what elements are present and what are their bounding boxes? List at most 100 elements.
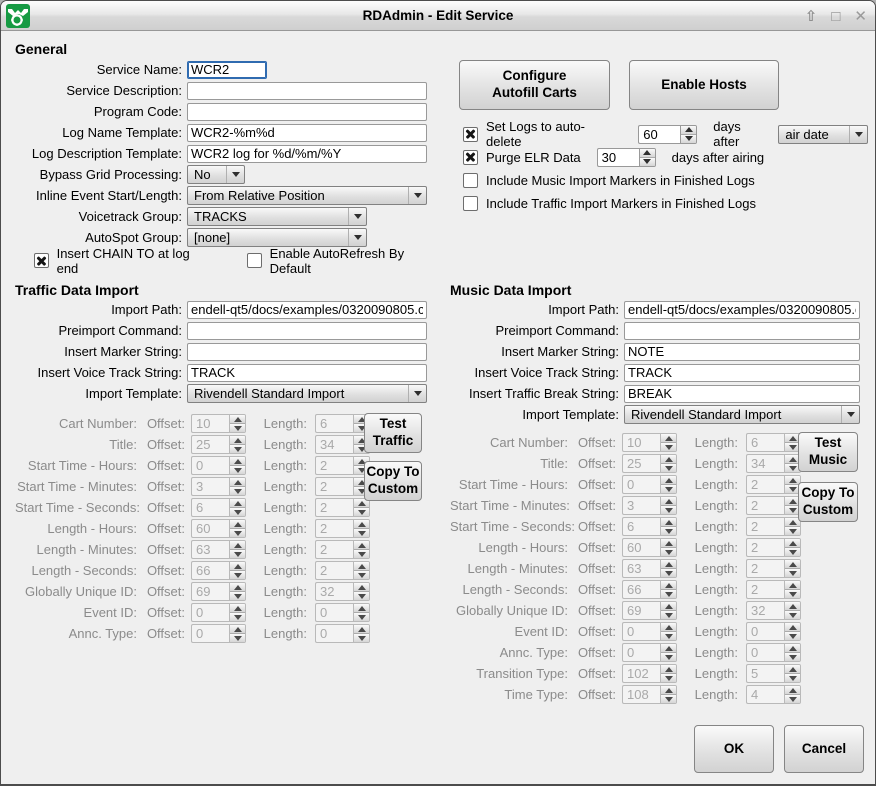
music-insert-marker-input[interactable]	[624, 343, 860, 361]
spin-down-icon	[661, 631, 676, 640]
title-bar[interactable]: RDAdmin - Edit Service ⇧ □ ✕	[1, 1, 875, 31]
auto-delete-label: Set Logs to auto-delete	[486, 119, 606, 149]
offset-value: 108	[622, 685, 660, 704]
traffic-import-path-label: Import Path:	[15, 302, 187, 317]
music-insert-traffic-break-label: Insert Traffic Break String:	[450, 386, 624, 401]
cancel-button[interactable]: Cancel	[784, 725, 864, 773]
shade-window-icon[interactable]: ⇧	[805, 9, 818, 24]
length-spinbox: 34	[746, 454, 801, 473]
spin-up-icon	[785, 644, 800, 652]
length-label: Length:	[694, 477, 746, 492]
music-preimport-command-input[interactable]	[624, 322, 860, 340]
length-spinbox: 2	[315, 456, 370, 475]
offset-label: Offset:	[143, 521, 191, 536]
auto-delete-basis-value: air date	[779, 126, 849, 143]
program-code-label: Program Code:	[15, 104, 187, 119]
offset-label: Offset:	[143, 437, 191, 452]
offset-row: Length - Seconds: Offset: 66 Length: 2	[450, 579, 801, 600]
offset-spinbox: 10	[191, 414, 246, 433]
spin-up-icon	[661, 644, 676, 652]
service-description-input[interactable]	[187, 82, 427, 100]
spin-down-icon[interactable]	[640, 157, 655, 166]
auto-delete-basis-dropdown[interactable]: air date	[778, 125, 868, 144]
inline-event-dropdown[interactable]: From Relative Position	[187, 186, 427, 205]
music-insert-voice-track-input[interactable]	[624, 364, 860, 382]
music-markers-checkbox[interactable]	[463, 173, 478, 188]
length-value: 0	[315, 624, 353, 643]
spin-up-icon[interactable]	[640, 149, 655, 157]
purge-elr-checkbox[interactable]	[463, 150, 478, 165]
test-traffic-button[interactable]: Test Traffic	[364, 413, 422, 453]
music-import-template-dropdown[interactable]: Rivendell Standard Import	[624, 405, 860, 424]
traffic-insert-marker-input[interactable]	[187, 343, 427, 361]
log-name-template-input[interactable]	[187, 124, 427, 142]
ok-button[interactable]: OK	[694, 725, 774, 773]
length-label: Length:	[263, 626, 315, 641]
button-label-line: Test	[380, 416, 407, 433]
bypass-grid-label: Bypass Grid Processing:	[15, 167, 187, 182]
length-spinbox: 6	[746, 433, 801, 452]
spin-down-icon	[354, 591, 369, 600]
auto-delete-days-spinbox[interactable]: 60	[638, 125, 697, 144]
offset-row-label: Start Time - Hours:	[15, 458, 143, 473]
chevron-down-icon	[348, 229, 366, 246]
music-insert-traffic-break-input[interactable]	[624, 385, 860, 403]
length-label: Length:	[694, 666, 746, 681]
length-spinbox: 2	[315, 498, 370, 517]
close-window-icon[interactable]: ✕	[854, 9, 867, 24]
autospot-group-dropdown[interactable]: [none]	[187, 228, 367, 247]
spin-up-icon	[661, 665, 676, 673]
chevron-down-icon	[841, 406, 859, 423]
offset-label: Offset:	[574, 603, 622, 618]
spin-down-icon	[785, 568, 800, 577]
rivendell-logo-icon	[6, 4, 30, 28]
spin-up-icon	[661, 581, 676, 589]
offset-spinbox: 0	[622, 475, 677, 494]
length-label: Length:	[263, 521, 315, 536]
spin-up-icon	[785, 539, 800, 547]
spin-up-icon	[661, 623, 676, 631]
length-spinbox: 2	[746, 580, 801, 599]
chain-to-checkbox[interactable]	[34, 253, 49, 268]
music-copy-to-custom-button[interactable]: Copy To Custom	[798, 482, 858, 522]
offset-row-label: Cart Number:	[15, 416, 143, 431]
music-import-path-input[interactable]	[624, 301, 860, 319]
spin-up-icon	[354, 520, 369, 528]
button-label-line: Autofill Carts	[492, 85, 577, 102]
traffic-copy-to-custom-button[interactable]: Copy To Custom	[364, 461, 422, 501]
traffic-import-template-dropdown[interactable]: Rivendell Standard Import	[187, 384, 427, 403]
offset-spinbox: 60	[191, 519, 246, 538]
voicetrack-group-dropdown[interactable]: TRACKS	[187, 207, 367, 226]
length-label: Length:	[694, 645, 746, 660]
log-description-template-input[interactable]	[187, 145, 427, 163]
offset-row-label: Title:	[450, 456, 574, 471]
spin-down-icon	[354, 528, 369, 537]
spin-down-icon	[230, 591, 245, 600]
traffic-preimport-command-input[interactable]	[187, 322, 427, 340]
test-music-button[interactable]: Test Music	[798, 432, 858, 472]
offset-row-label: Length - Minutes:	[15, 542, 143, 557]
service-name-input[interactable]	[187, 61, 267, 79]
offset-value: 0	[191, 603, 229, 622]
traffic-markers-checkbox[interactable]	[463, 196, 478, 211]
maximize-window-icon[interactable]: □	[831, 9, 840, 24]
offset-row-label: Length - Hours:	[15, 521, 143, 536]
bypass-grid-dropdown[interactable]: No	[187, 165, 245, 184]
spin-down-icon[interactable]	[681, 134, 696, 143]
offset-spinbox: 102	[622, 664, 677, 683]
program-code-input[interactable]	[187, 103, 427, 121]
offset-row: Start Time - Hours: Offset: 0 Length: 2	[15, 455, 370, 476]
autorefresh-checkbox[interactable]	[247, 253, 262, 268]
length-label: Length:	[263, 479, 315, 494]
auto-delete-checkbox[interactable]	[463, 127, 478, 142]
traffic-insert-voice-track-input[interactable]	[187, 364, 427, 382]
purge-elr-days-spinbox[interactable]: 30	[597, 148, 656, 167]
offset-spinbox: 3	[191, 477, 246, 496]
traffic-import-path-input[interactable]	[187, 301, 427, 319]
spin-up-icon	[661, 434, 676, 442]
offset-row: Transition Type: Offset: 102 Length: 5	[450, 663, 801, 684]
configure-autofill-carts-button[interactable]: Configure Autofill Carts	[459, 60, 610, 110]
spin-up-icon	[354, 583, 369, 591]
spin-up-icon[interactable]	[681, 126, 696, 134]
enable-hosts-button[interactable]: Enable Hosts	[629, 60, 779, 110]
